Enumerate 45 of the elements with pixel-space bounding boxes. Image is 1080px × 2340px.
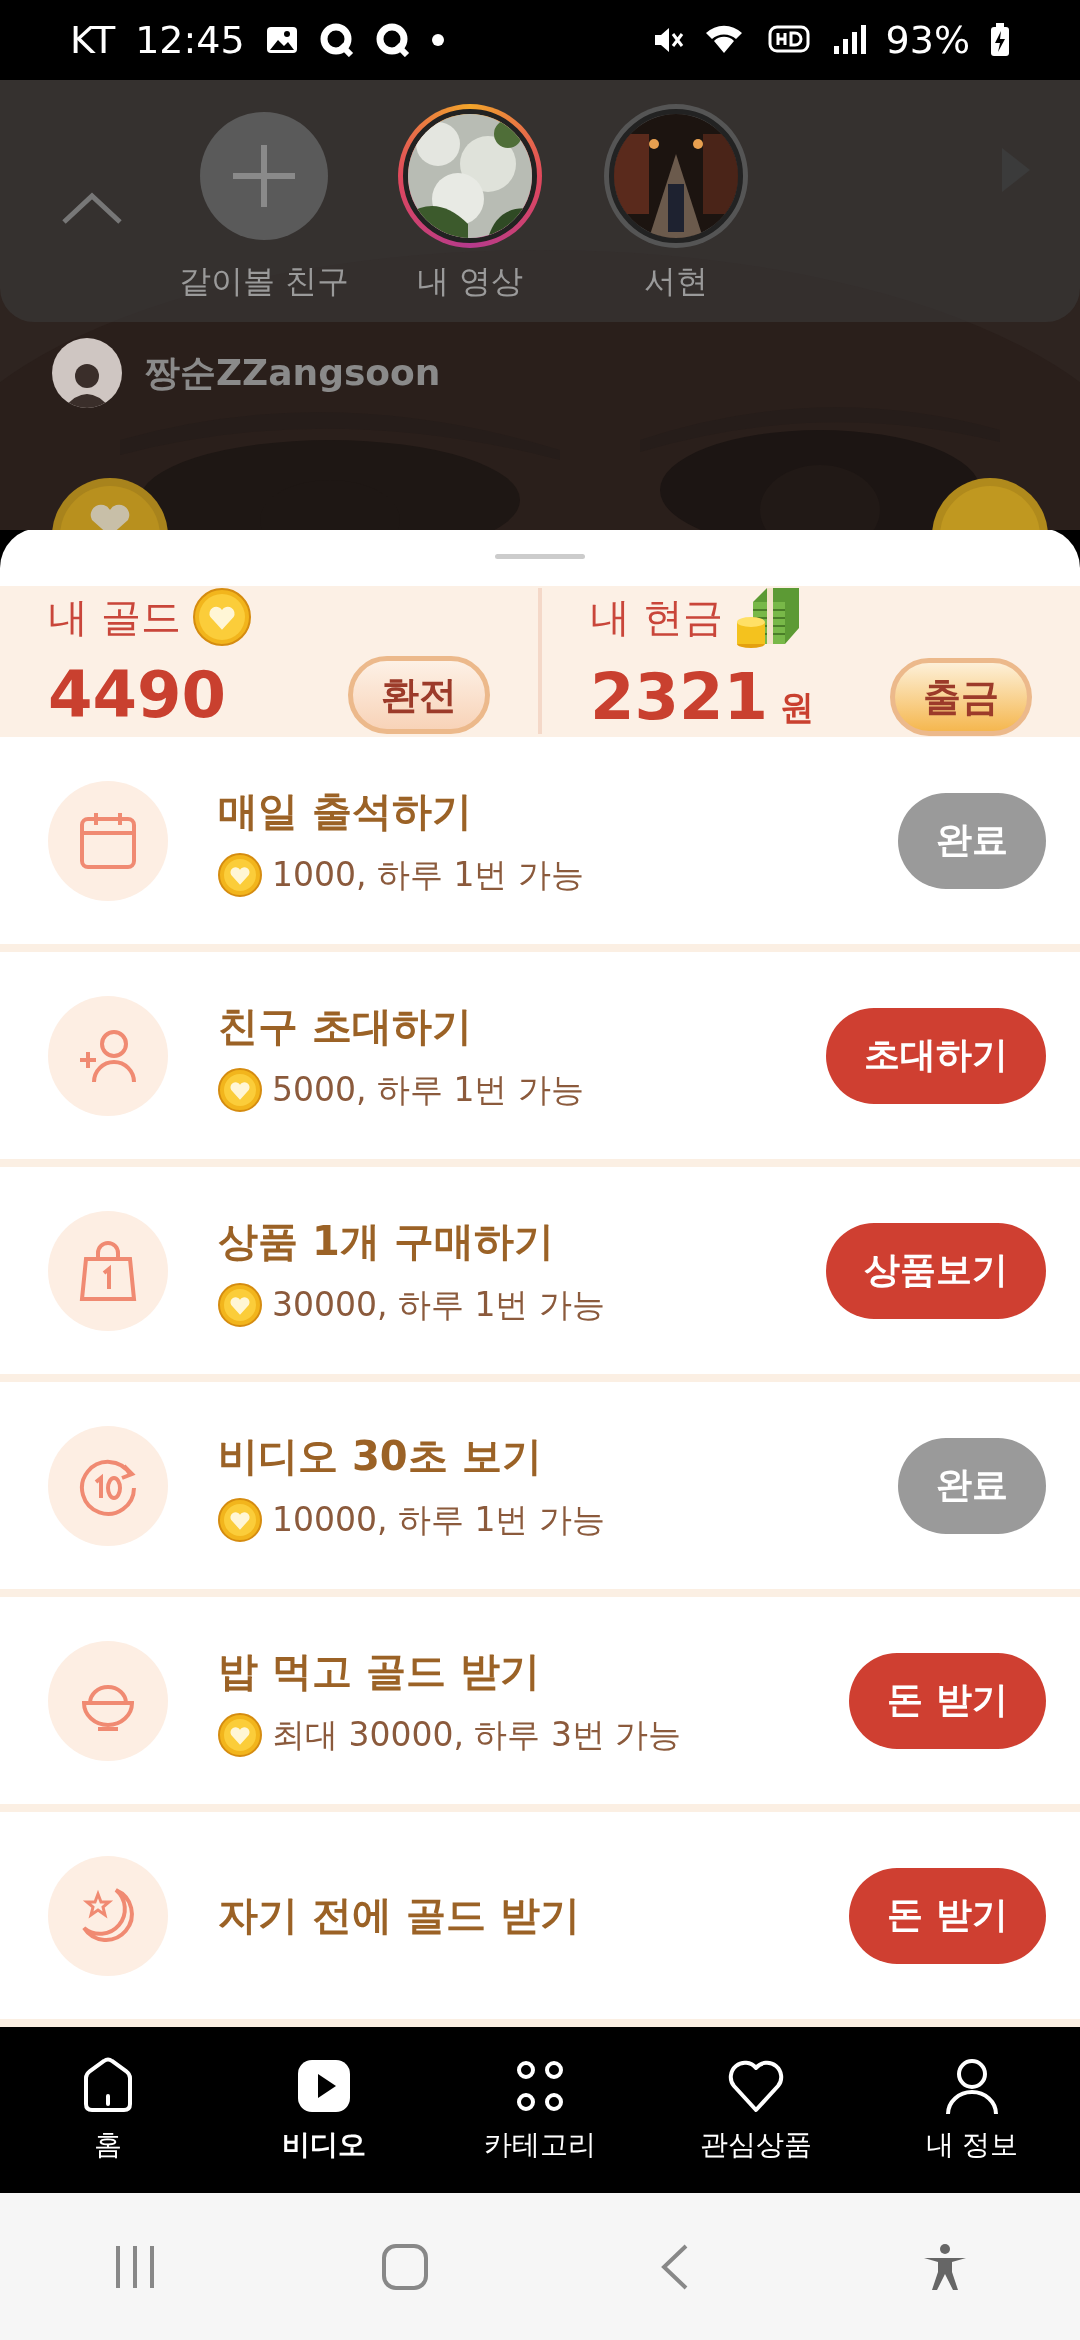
coin-icon <box>192 588 251 647</box>
coin-icon <box>218 853 262 897</box>
reward-text: 5000, 하루 1번 가능 <box>272 1068 584 1111</box>
mission-title: 밥 먹고 골드 받기 <box>218 1646 541 1696</box>
action-button[interactable]: 돈 받기 <box>849 1867 1046 1964</box>
currency-unit: 원 <box>780 686 815 730</box>
mission-title: 자기 전에 골드 받기 <box>218 1891 581 1940</box>
signal-icon <box>831 24 866 56</box>
mission-title: 매일 출석하기 <box>218 786 473 836</box>
coin-icon <box>218 1498 262 1542</box>
reward-text: 30000, 하루 1번 가능 <box>272 1283 605 1326</box>
drag-handle[interactable] <box>495 554 585 559</box>
reward-text: 10000, 하루 1번 가능 <box>272 1498 605 1541</box>
nav-tab[interactable]: 홈 <box>0 2027 216 2193</box>
money-icon <box>734 586 801 649</box>
wallet-amount: 2321 <box>590 660 769 735</box>
completed-button[interactable]: 완료 <box>898 1437 1046 1534</box>
coin-icon <box>218 1068 262 1112</box>
mission-title: 친구 초대하기 <box>218 1001 473 1051</box>
wallet-amount: 4490 <box>48 658 227 733</box>
exchange-button[interactable]: 환전 <box>348 656 490 735</box>
status-time: 12:45 <box>135 18 245 62</box>
battery-icon <box>990 23 1010 57</box>
dot-icon <box>430 33 445 47</box>
gallery-icon <box>264 25 299 55</box>
completed-button[interactable]: 완료 <box>898 792 1046 889</box>
action-button[interactable]: 돈 받기 <box>849 1652 1046 1749</box>
mission-title: 상품 1개 구매하기 <box>218 1216 555 1266</box>
reward-text: 최대 30000, 하루 3번 가능 <box>272 1713 682 1756</box>
withdraw-button[interactable]: 출금 <box>890 658 1032 737</box>
wallet-label: 내 골드 <box>48 592 181 642</box>
coin-icon <box>218 1283 262 1327</box>
carrier-text: KT <box>70 18 116 62</box>
nav-tab[interactable]: 내 정보 <box>864 2027 1080 2193</box>
home-icon[interactable] <box>380 2241 430 2292</box>
nav-tab[interactable]: 관심상품 <box>648 2027 864 2193</box>
action-button[interactable]: 초대하기 <box>826 1007 1046 1104</box>
nav-tab[interactable]: 비디오 <box>216 2027 432 2193</box>
wallet-label: 내 현금 <box>590 592 723 642</box>
reward-text: 1000, 하루 1번 가능 <box>272 853 584 896</box>
battery-text: 93% <box>885 18 970 62</box>
mission-title: 비디오 30초 보기 <box>218 1431 543 1481</box>
nav-tab[interactable]: 카테고리 <box>432 2027 648 2193</box>
coin-icon <box>218 1713 262 1757</box>
action-button[interactable]: 상품보기 <box>826 1222 1046 1319</box>
